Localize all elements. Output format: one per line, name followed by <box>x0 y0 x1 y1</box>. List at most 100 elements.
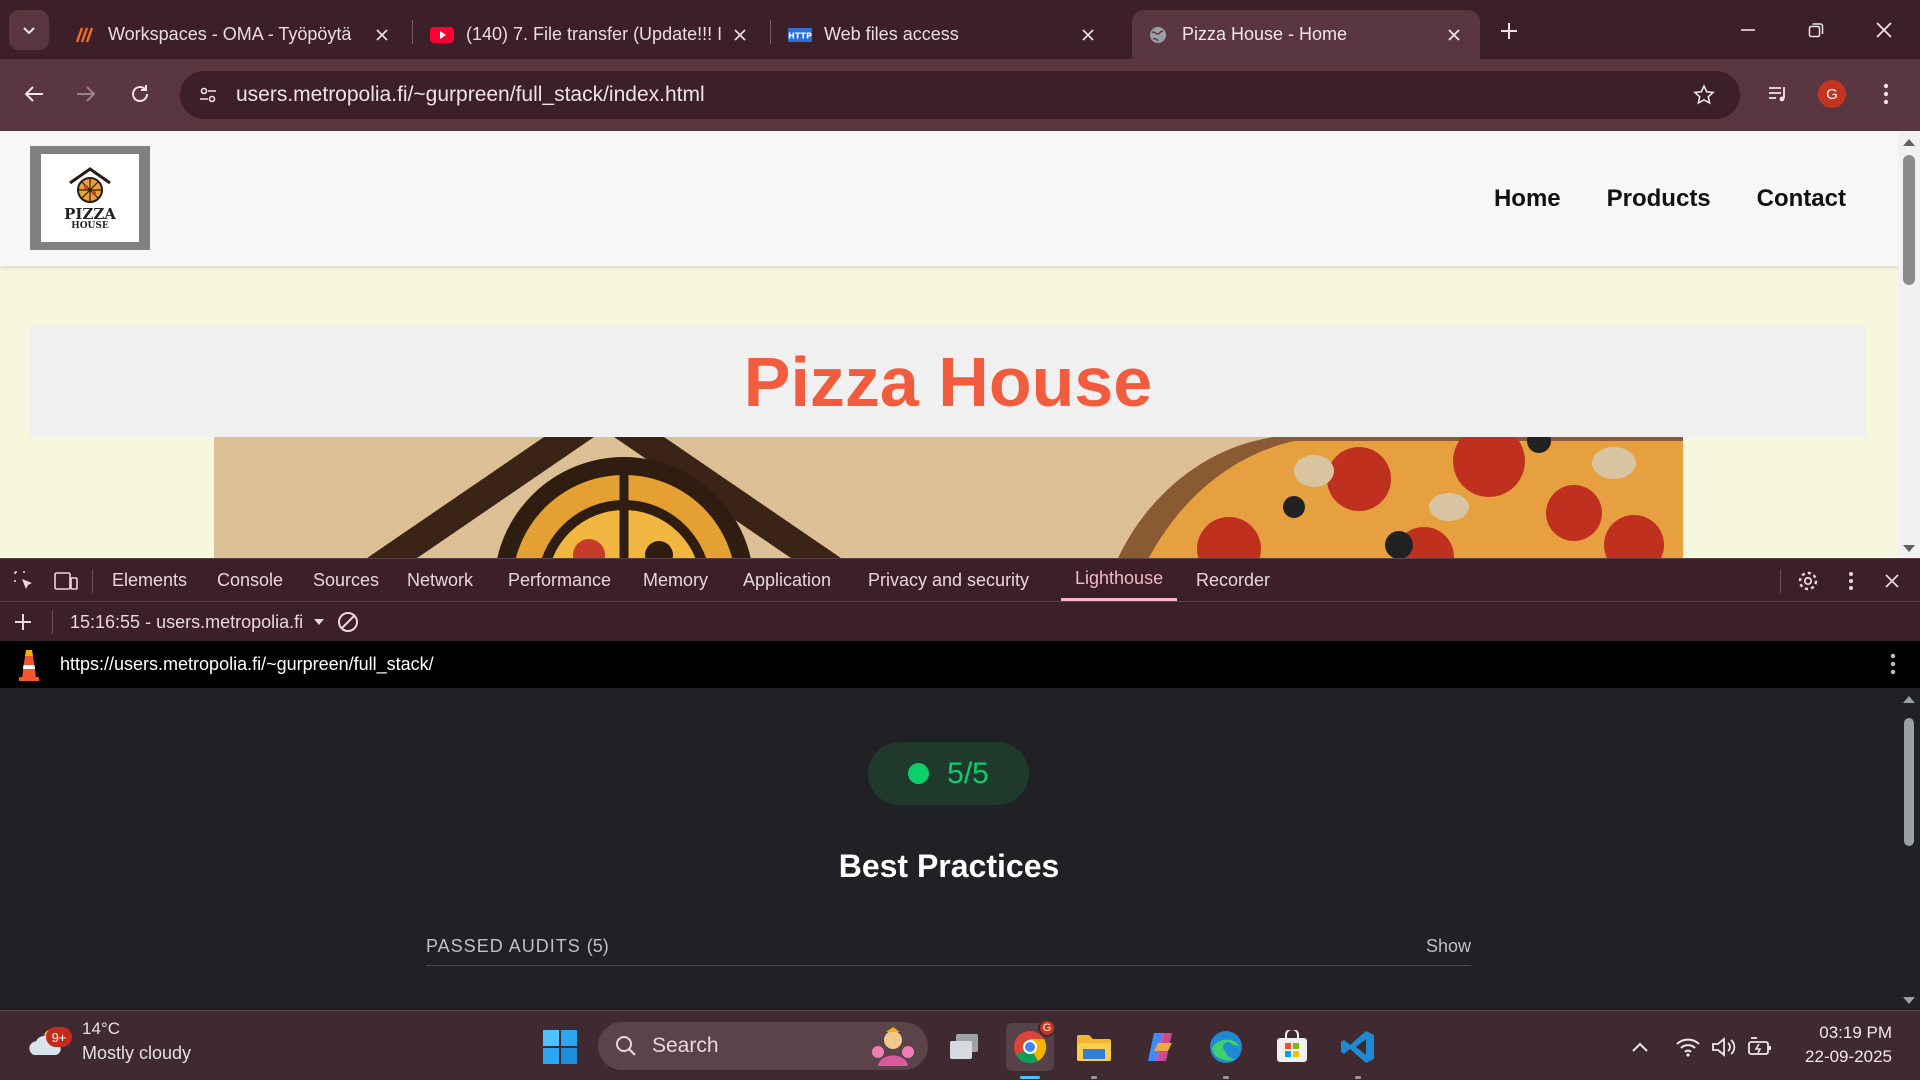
close-icon[interactable] <box>1076 23 1100 47</box>
show-hidden-icons-button[interactable] <box>1624 1031 1656 1063</box>
scroll-down-arrow-icon[interactable] <box>1898 994 1920 1008</box>
passed-audits-group[interactable]: PASSED AUDITS (5) Show <box>426 936 1471 966</box>
site-info-icon[interactable] <box>194 81 222 109</box>
devtools-tab-sources[interactable]: Sources <box>313 559 379 601</box>
chevron-up-icon <box>1632 1042 1648 1052</box>
scrollbar-thumb[interactable] <box>1903 155 1915 285</box>
devtools-tab-privacy-security[interactable]: Privacy and security <box>868 559 1029 601</box>
passed-audits-count: (5) <box>586 936 609 956</box>
report-menu-icon[interactable] <box>1890 653 1896 675</box>
wifi-icon[interactable] <box>1672 1031 1704 1063</box>
svg-text:HTTP: HTTP <box>788 31 812 40</box>
passed-audits-text: PASSED AUDITS <box>426 936 581 956</box>
devtools-tab-recorder[interactable]: Recorder <box>1196 559 1270 601</box>
report-select[interactable]: 15:16:55 - users.metropolia.fi <box>70 602 325 642</box>
devtools-more-icon[interactable] <box>1838 568 1864 594</box>
devtools-tab-performance[interactable]: Performance <box>508 559 611 601</box>
file-explorer-button[interactable] <box>1070 1023 1118 1079</box>
volume-icon[interactable] <box>1708 1031 1740 1063</box>
media-control-button[interactable] <box>1758 74 1798 114</box>
devtools-tab-bar: Elements Console Sources Network Perform… <box>0 558 1920 601</box>
nav-home-link[interactable]: Home <box>1494 185 1561 213</box>
forward-button[interactable] <box>66 74 106 114</box>
menu-button[interactable] <box>1866 74 1906 114</box>
restore-button[interactable] <box>1782 0 1850 59</box>
devtools-tab-network[interactable]: Network <box>407 559 473 601</box>
lighthouse-report-url[interactable]: https://users.metropolia.fi/~gurpreen/fu… <box>60 654 434 675</box>
tab-web-files[interactable]: HTTP Web files access <box>774 10 1114 59</box>
search-icon <box>616 1036 636 1056</box>
site-logo[interactable]: PIZZA HOUSE <box>30 146 150 250</box>
nav-products-link[interactable]: Products <box>1607 185 1711 213</box>
scroll-up-arrow-icon[interactable] <box>1898 692 1920 706</box>
close-icon[interactable] <box>370 23 394 47</box>
chrome-taskbar-button[interactable]: G <box>1006 1019 1056 1079</box>
tab-pizza-house[interactable]: Pizza House - Home <box>1132 10 1480 59</box>
report-scrollbar[interactable] <box>1898 688 1920 1010</box>
avatar: G <box>1818 80 1846 108</box>
scrollbar-thumb[interactable] <box>1904 718 1914 846</box>
start-button[interactable] <box>536 1023 584 1071</box>
microsoft-store-button[interactable] <box>1268 1023 1316 1071</box>
scroll-down-arrow-icon[interactable] <box>1898 542 1920 556</box>
tab-workspaces[interactable]: Workspaces - OMA - Työpöytä <box>58 10 408 59</box>
tab-search-button[interactable] <box>9 10 49 50</box>
inspect-element-icon[interactable] <box>11 568 37 594</box>
system-clock[interactable]: 03:19 PM 22-09-2025 <box>1805 1021 1892 1069</box>
windows-logo-icon <box>543 1030 577 1064</box>
devtools-tab-memory[interactable]: Memory <box>643 559 708 601</box>
logo-subtext: HOUSE <box>71 221 109 231</box>
tab-youtube[interactable]: (140) 7. File transfer (Update!!! I <box>416 10 766 59</box>
nav-contact-link[interactable]: Contact <box>1757 185 1846 213</box>
reload-button[interactable] <box>120 74 160 114</box>
close-icon[interactable] <box>728 23 752 47</box>
arrow-left-icon <box>24 86 43 102</box>
back-button[interactable] <box>14 74 54 114</box>
devtools-tab-application[interactable]: Application <box>743 559 831 601</box>
taskbar-search[interactable]: Search <box>598 1022 928 1070</box>
new-report-plus-icon[interactable] <box>12 611 34 633</box>
weather-temp: 14°C <box>82 1019 120 1038</box>
arrow-right-icon <box>77 86 96 102</box>
devtools-close-icon[interactable] <box>1879 568 1905 594</box>
minimize-button[interactable] <box>1714 0 1782 59</box>
lighthouse-icon <box>16 648 42 682</box>
youtube-icon <box>430 23 454 47</box>
clear-reports-icon[interactable] <box>336 610 360 634</box>
tab-title: Web files access <box>824 24 959 44</box>
devtools-tab-lighthouse[interactable]: Lighthouse <box>1061 559 1178 601</box>
devtools-tab-elements[interactable]: Elements <box>112 559 187 601</box>
new-tab-button[interactable] <box>1494 16 1524 46</box>
page-scrollbar[interactable] <box>1898 131 1920 558</box>
bookmark-star-icon[interactable] <box>1690 81 1718 109</box>
tab-separator <box>412 20 413 44</box>
devtools-settings-icon[interactable] <box>1795 568 1821 594</box>
weather-badge: 9+ <box>46 1027 72 1047</box>
battery-icon[interactable] <box>1744 1031 1776 1063</box>
playlist-icon <box>1769 87 1785 102</box>
show-toggle[interactable]: Show <box>1426 936 1471 965</box>
copilot-button[interactable] <box>1136 1023 1184 1071</box>
edge-button[interactable] <box>1202 1023 1250 1079</box>
browser-toolbar: users.metropolia.fi/~gurpreen/full_stack… <box>0 59 1920 131</box>
clock-time: 03:19 PM <box>1819 1023 1892 1042</box>
address-bar[interactable]: users.metropolia.fi/~gurpreen/full_stack… <box>180 71 1740 119</box>
hero-title-bar: Pizza House <box>30 326 1866 437</box>
chevron-down-icon <box>23 27 35 35</box>
scroll-up-arrow-icon[interactable] <box>1898 135 1920 149</box>
running-indicator <box>1355 1076 1361 1079</box>
score-badge: 5/5 <box>868 742 1029 805</box>
clock-date: 22-09-2025 <box>1805 1047 1892 1066</box>
report-select-value: 15:16:55 - users.metropolia.fi <box>70 611 304 632</box>
tab-separator <box>770 20 771 44</box>
restore-icon <box>1808 22 1824 37</box>
tab-title: Pizza House - Home <box>1182 24 1348 44</box>
device-toolbar-icon[interactable] <box>53 568 79 594</box>
devtools-tab-console[interactable]: Console <box>217 559 283 601</box>
profile-button[interactable]: G <box>1812 74 1852 114</box>
close-window-button[interactable] <box>1850 0 1918 59</box>
vscode-button[interactable] <box>1334 1023 1382 1079</box>
task-view-button[interactable] <box>940 1023 988 1071</box>
close-icon[interactable] <box>1442 23 1466 47</box>
weather-widget[interactable]: 9+ 14°C Mostly cloudy <box>26 1017 191 1065</box>
